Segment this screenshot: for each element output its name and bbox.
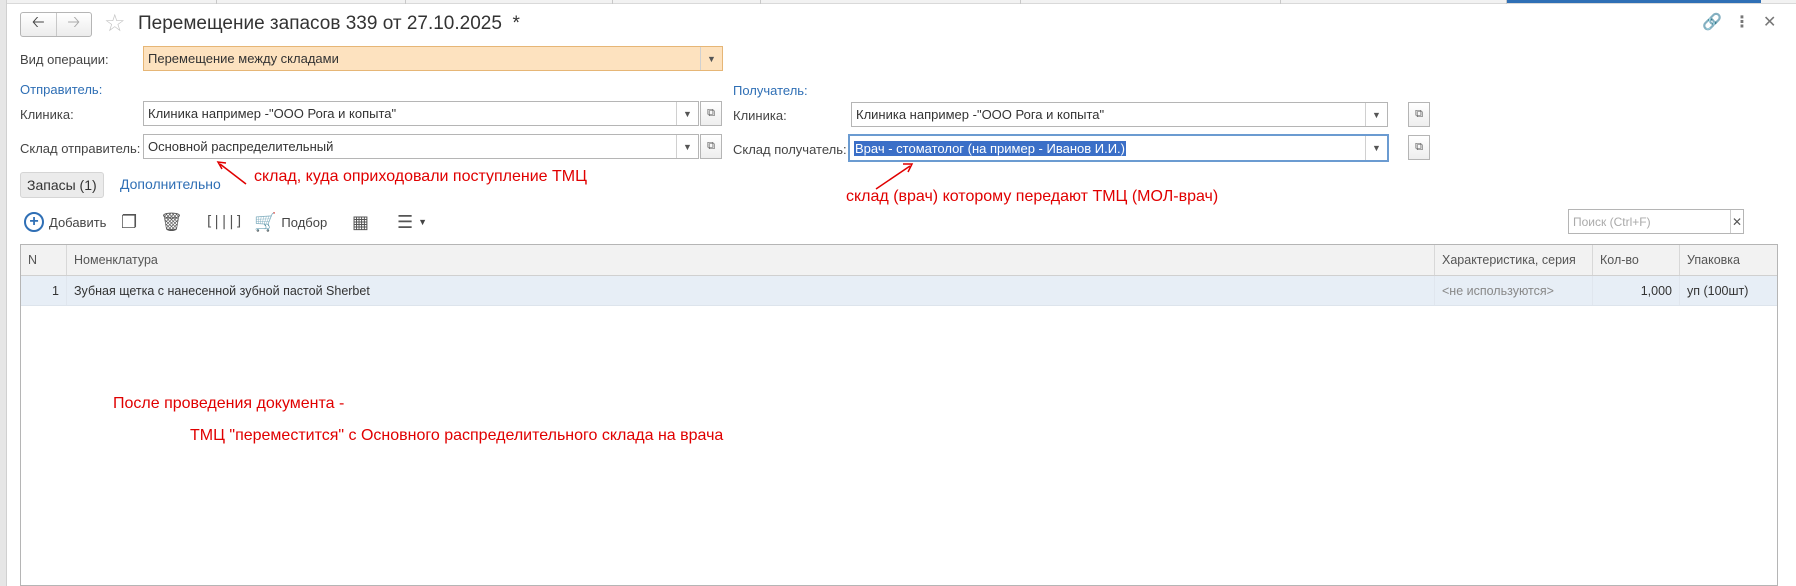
arrow-receiver: [875, 165, 911, 190]
annotation-arrows: [216, 161, 914, 190]
arrow-sender: [219, 163, 247, 185]
